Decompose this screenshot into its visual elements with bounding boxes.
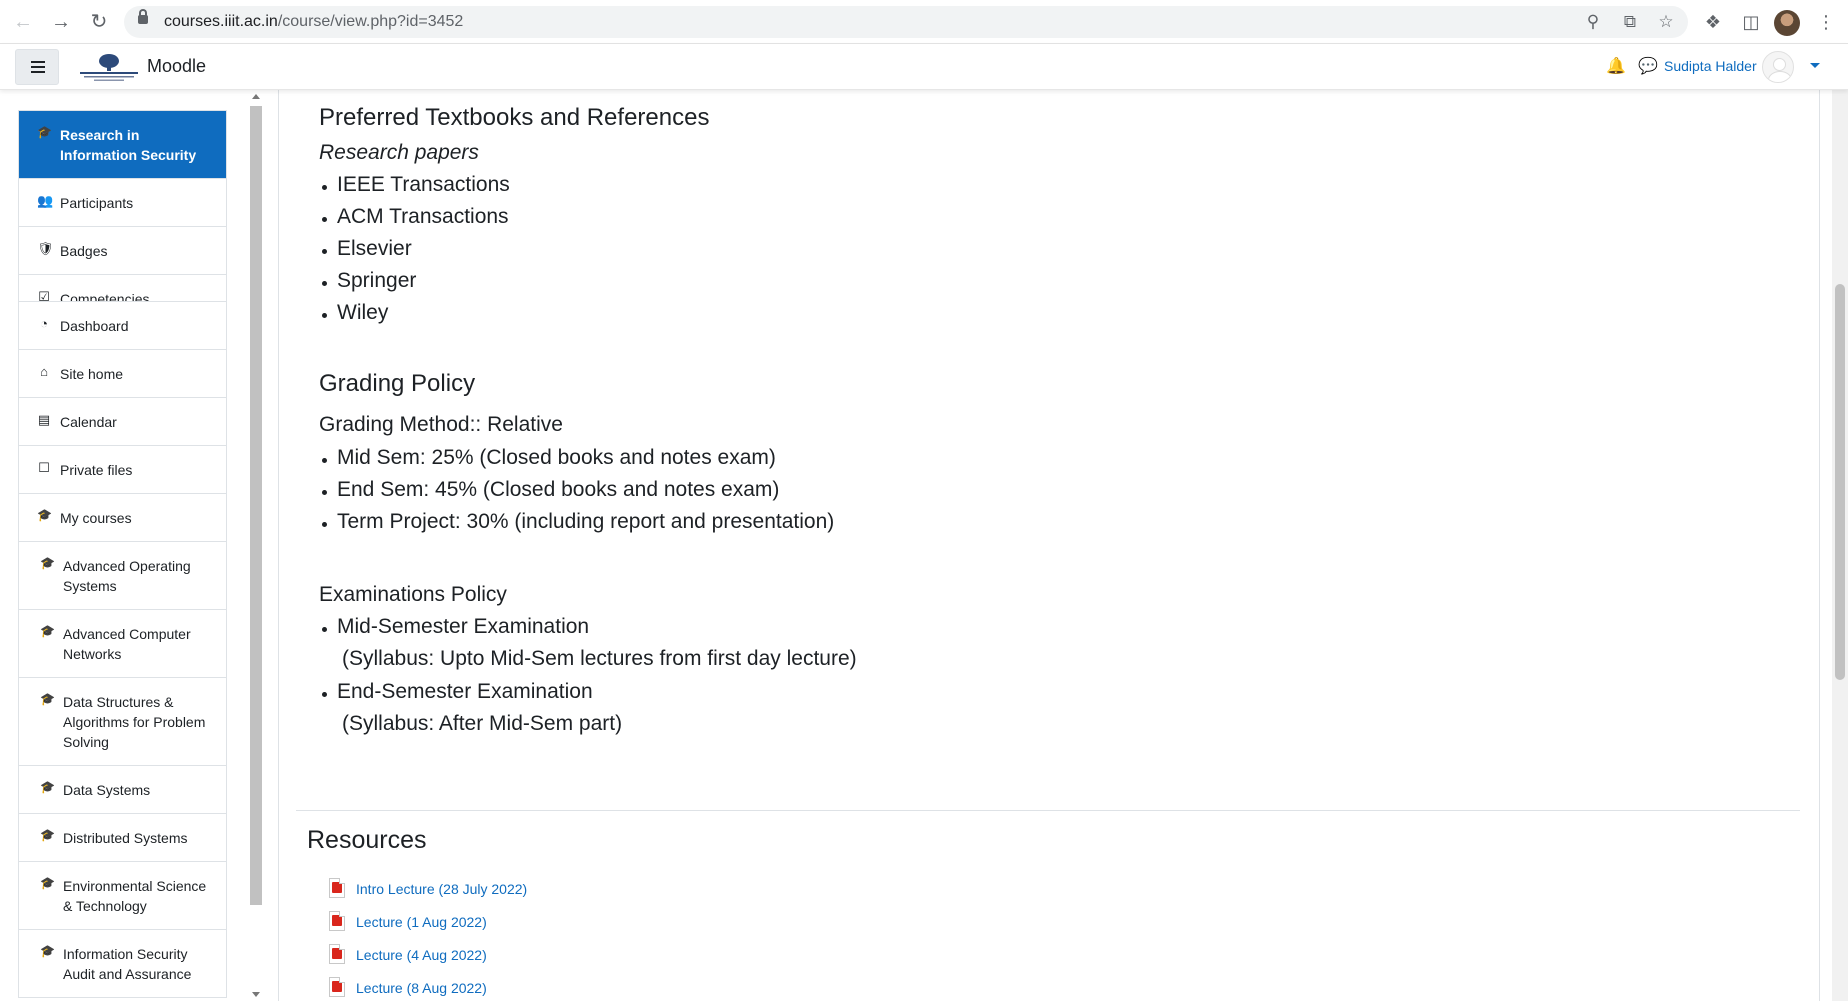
reference-item: Elsevier — [319, 237, 412, 261]
nav-item-advanced-computer-networks[interactable]: 🎓 Advanced Computer Networks — [19, 610, 226, 678]
resource-link-label[interactable]: Intro Lecture (28 July 2022) — [356, 881, 527, 897]
calendar-icon: ▤ — [37, 412, 51, 427]
drawer-scroll-thumb[interactable] — [250, 106, 262, 905]
graduation-cap-icon: 🎓 — [40, 780, 55, 794]
site-name[interactable]: Moodle — [147, 56, 206, 77]
reference-item: Springer — [319, 269, 416, 293]
address-bar[interactable]: courses.iiit.ac.in/course/view.php?id=34… — [124, 6, 1688, 38]
graduation-cap-icon: 🎓 — [40, 828, 55, 842]
nav-item-private-files[interactable]: ☐ Private files — [19, 446, 226, 494]
reference-item: IEEE Transactions — [319, 173, 510, 197]
user-avatar[interactable] — [1762, 51, 1794, 83]
chevron-down-icon[interactable] — [1810, 63, 1820, 68]
nav-item-my-courses[interactable]: 🎓 My courses — [19, 494, 226, 542]
lock-icon — [138, 9, 148, 24]
side-panel-icon[interactable]: ◫ — [1740, 11, 1762, 33]
nav-item-dashboard[interactable]: ◔ Dashboard — [19, 302, 226, 350]
url-text: courses.iiit.ac.in/course/view.php?id=34… — [164, 13, 464, 30]
scroll-up-icon[interactable] — [252, 94, 260, 99]
iiit-logo[interactable] — [78, 51, 140, 83]
resource-link-label[interactable]: Lecture (8 Aug 2022) — [356, 980, 487, 996]
hamburger-icon — [31, 61, 45, 63]
nav-drawer: 🎓 Research in Information Security 👥 Partic… — [0, 90, 262, 1001]
page-scrollbar[interactable] — [1832, 90, 1848, 1001]
exam-syllabus-note: (Syllabus: After Mid-Sem part) — [342, 712, 623, 735]
nav-item-distributed-systems[interactable]: 🎓 Distributed Systems — [19, 814, 226, 862]
textbooks-heading: Preferred Textbooks and References — [319, 104, 710, 131]
nav-item-label: Research in Information Security — [60, 127, 197, 163]
scroll-down-icon[interactable] — [252, 992, 260, 997]
tachometer-icon: ◔ — [40, 316, 48, 331]
pdf-file-icon — [329, 911, 345, 931]
course-content-card — [278, 90, 1820, 1001]
reference-item: Wiley — [319, 301, 388, 325]
user-menu-name[interactable]: Sudipta Halder — [1664, 58, 1757, 74]
graduation-cap-icon: 🎓 — [40, 944, 55, 958]
pdf-file-icon — [329, 977, 345, 997]
drawer-scrollbar[interactable] — [248, 90, 262, 1001]
nav-item-label: Advanced Computer Networks — [63, 626, 191, 662]
nav-item-environmental-science-and-technology[interactable]: 🎓 Environmental Science & Technology — [19, 862, 226, 930]
resources-heading: Resources — [307, 826, 427, 854]
drawer-toggle-button[interactable] — [15, 49, 59, 85]
pdf-file-icon — [329, 944, 345, 964]
exam-item: End-Semester Examination — [319, 680, 593, 704]
bookmark-star-icon[interactable]: ☆ — [1656, 12, 1676, 32]
back-arrow-icon[interactable]: ← — [12, 11, 34, 33]
browser-toolbar: ← → ↻ courses.iiit.ac.in/course/view.php… — [0, 0, 1848, 44]
reference-item: ACM Transactions — [319, 205, 509, 229]
users-icon: 👥 — [37, 193, 54, 208]
nav-item-advanced-operating-systems[interactable]: 🎓 Advanced Operating Systems — [19, 542, 226, 610]
graduation-cap-icon: 🎓 — [40, 556, 55, 570]
nav-item-participants[interactable]: 👥 Participants — [19, 179, 226, 227]
graduation-cap-icon: 🎓 — [37, 508, 52, 522]
pdf-file-icon — [329, 878, 345, 898]
graduation-cap-icon: 🎓 — [40, 876, 55, 890]
home-icon: ⌂ — [40, 364, 48, 379]
nav-item-label: Information Security Audit and Assurance — [63, 946, 192, 982]
exam-heading: Examinations Policy — [319, 583, 507, 606]
notifications-bell-icon[interactable]: 🔔 — [1606, 56, 1626, 76]
moodle-navbar: Moodle 🔔 💬 Sudipta Halder — [0, 44, 1848, 90]
grading-heading: Grading Policy — [319, 370, 476, 397]
forward-arrow-icon[interactable]: → — [50, 11, 72, 33]
kebab-menu-icon[interactable]: ⋮ — [1815, 11, 1837, 33]
nav-item-site-home[interactable]: ⌂ Site home — [19, 350, 226, 398]
grading-item: Mid Sem: 25% (Closed books and notes exa… — [319, 446, 776, 470]
grading-item: Term Project: 30% (including report and … — [319, 510, 834, 534]
section-divider — [296, 810, 1800, 811]
share-icon[interactable]: ⧉ — [1620, 12, 1640, 32]
exam-item: Mid-Semester Examination — [319, 615, 589, 639]
resource-link-label[interactable]: Lecture (4 Aug 2022) — [356, 947, 487, 963]
grading-method: Grading Method:: Relative — [319, 413, 563, 436]
file-icon: ☐ — [38, 460, 50, 475]
extensions-puzzle-icon[interactable]: ❖ — [1702, 11, 1724, 33]
graduation-cap-icon: 🎓 — [40, 624, 55, 638]
nav-item-data-structures-and-algorithms-for-problem-solving[interactable]: 🎓 Data Structures & Algorithms for Proble… — [19, 678, 226, 766]
nav-item-data-systems[interactable]: 🎓 Data Systems — [19, 766, 226, 814]
reload-icon[interactable]: ↻ — [88, 11, 110, 33]
browser-profile-avatar[interactable] — [1774, 10, 1800, 36]
graduation-cap-icon: 🎓 — [40, 692, 55, 706]
grading-item: End Sem: 45% (Closed books and notes exa… — [319, 478, 779, 502]
nav-item-calendar[interactable]: ▤ Calendar — [19, 398, 226, 446]
zoom-search-icon[interactable]: ⚲ — [1583, 12, 1603, 32]
nav-item-badges[interactable]: 🛡 Badges — [19, 227, 226, 275]
research-papers-label: Research papers — [319, 141, 479, 164]
nav-item-label: Environmental Science & Technology — [63, 878, 207, 914]
nav-item-research-in-information-security[interactable]: 🎓 Research in Information Security — [19, 111, 226, 179]
site-nav-group: ◔ Dashboard ⌂ Site home ▤ Calendar ☐ Private fi… — [18, 301, 227, 998]
nav-item-information-security-audit-and-assurance[interactable]: 🎓 Information Security Audit and Assuranc… — [19, 930, 226, 997]
nav-item-label: Advanced Operating Systems — [63, 558, 191, 594]
shield-icon: 🛡 — [37, 241, 54, 256]
messages-chat-icon[interactable]: 💬 — [1638, 56, 1658, 76]
resource-link-label[interactable]: Lecture (1 Aug 2022) — [356, 914, 487, 930]
exam-syllabus-note: (Syllabus: Upto Mid-Sem lectures from fi… — [342, 647, 857, 670]
page-scroll-thumb[interactable] — [1835, 284, 1845, 680]
graduation-cap-icon: 🎓 — [37, 125, 52, 139]
